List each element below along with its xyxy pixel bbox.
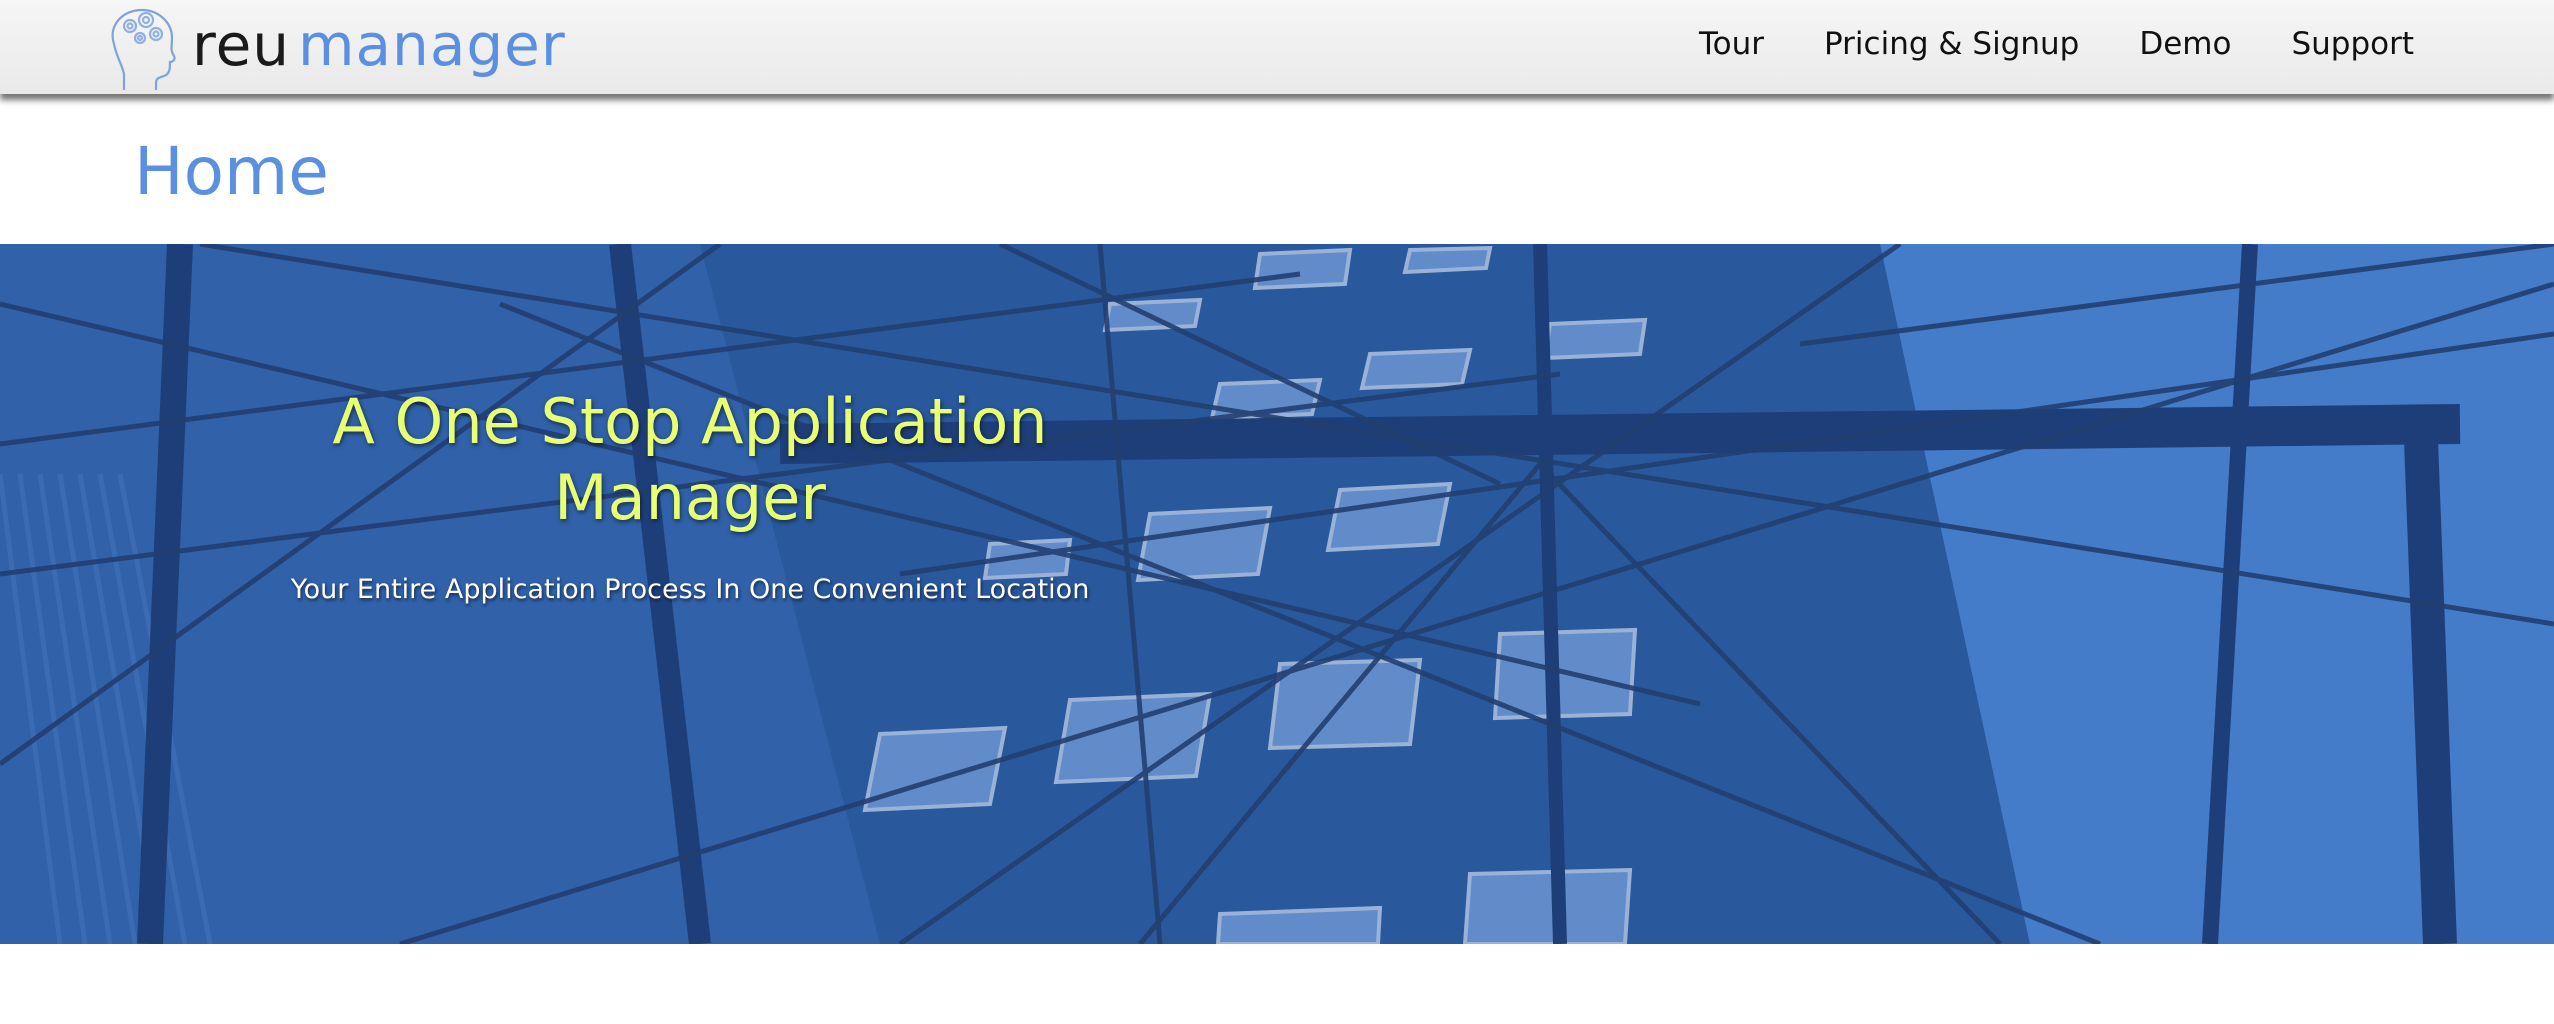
nav-item-support[interactable]: Support xyxy=(2291,26,2414,62)
nav-item-demo[interactable]: Demo xyxy=(2139,26,2231,62)
hero-heading: A One Stop Application Manager xyxy=(332,385,1048,534)
head-with-gears-icon xyxy=(111,8,176,90)
top-navbar: reu manager Tour Pricing & Signup Demo Su… xyxy=(0,0,2554,94)
brand-name-part2: manager xyxy=(298,11,566,79)
main-nav: Tour Pricing & Signup Demo Support xyxy=(1639,0,2414,88)
hero-banner: A One Stop Application Manager Your Enti… xyxy=(0,244,2554,944)
nav-item-pricing-signup[interactable]: Pricing & Signup xyxy=(1824,26,2079,62)
nav-item-tour[interactable]: Tour xyxy=(1699,26,1764,62)
hero-subheading: Your Entire Application Process In One C… xyxy=(290,574,1090,605)
brand-logo-link[interactable]: reu manager xyxy=(100,0,566,94)
brand-name: reu manager xyxy=(192,16,566,74)
brand-name-part1: reu xyxy=(192,11,291,79)
page-title: Home xyxy=(134,133,329,210)
